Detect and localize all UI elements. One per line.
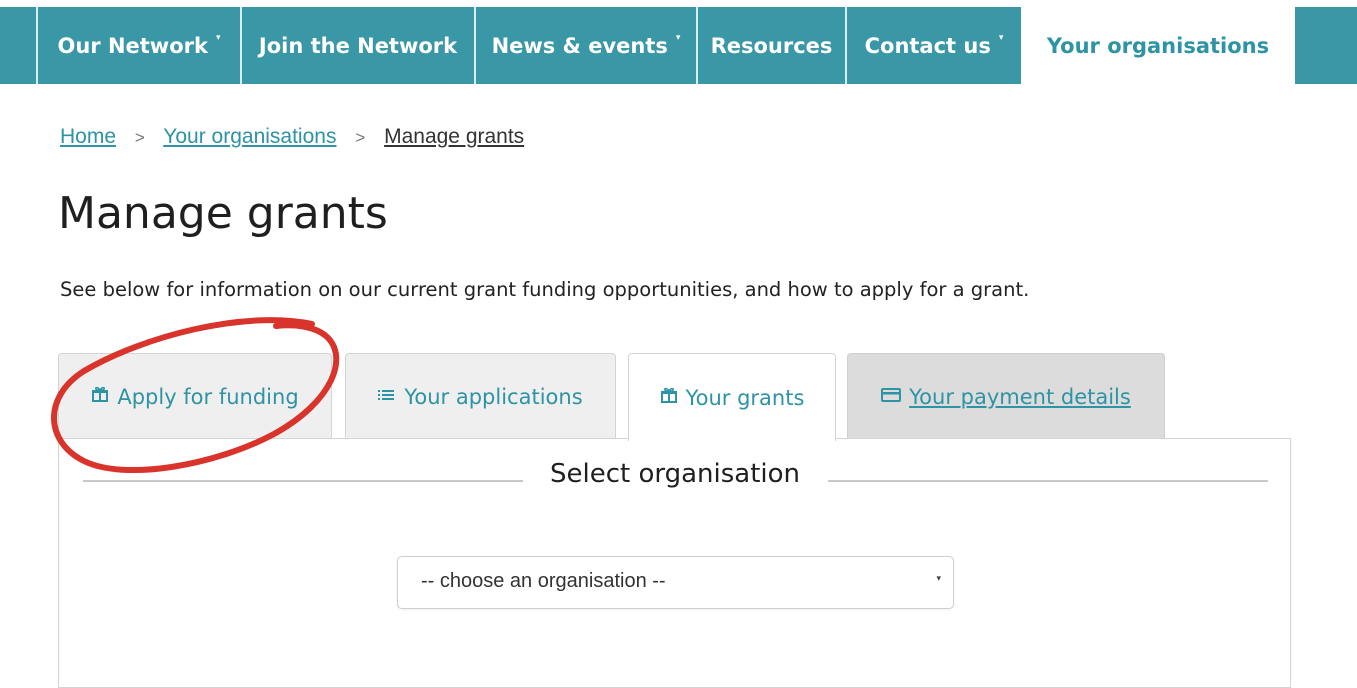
breadcrumb-current: Manage grants	[384, 125, 525, 148]
breadcrumb: Home > Your organisations > Manage grant…	[60, 125, 524, 149]
breadcrumb-home-link[interactable]: Home	[60, 125, 116, 148]
page-title: Manage grants	[58, 188, 388, 239]
nav-item-your-organisations[interactable]: Your organisations	[1021, 7, 1295, 84]
intro-text: See below for information on our current…	[60, 278, 1030, 301]
nav-label: Resources	[710, 33, 833, 58]
fieldset-rule	[828, 480, 1268, 482]
chevron-down-icon: ▾	[675, 32, 681, 43]
nav-label: Join the Network	[258, 33, 458, 58]
tab-label: Your applications	[404, 384, 583, 409]
nav-item-contact-us[interactable]: Contact us ▾	[847, 7, 1021, 84]
nav-label: Contact us	[864, 33, 991, 58]
nav-item-news-events[interactable]: News & events ▾	[476, 7, 696, 84]
organisation-select[interactable]: -- choose an organisation -- ▾	[397, 556, 954, 609]
nav-label: Our Network	[57, 33, 208, 58]
nav-item-resources[interactable]: Resources	[698, 7, 845, 84]
tab-your-grants[interactable]: Your grants	[628, 353, 836, 441]
main-navbar: Our Network ▾ Join the Network News & ev…	[0, 7, 1357, 84]
tab-label: Your payment details	[909, 384, 1131, 409]
fieldset-rule	[83, 480, 523, 482]
chevron-down-icon: ▾	[215, 32, 221, 43]
breadcrumb-your-organisations-link[interactable]: Your organisations	[163, 125, 336, 148]
tab-apply-for-funding[interactable]: Apply for funding	[58, 353, 332, 439]
tab-your-payment-details[interactable]: Your payment details	[847, 353, 1165, 439]
breadcrumb-separator: >	[134, 128, 145, 147]
tab-your-applications[interactable]: Your applications	[345, 353, 616, 439]
select-organisation-legend: Select organisation	[523, 459, 827, 489]
gift-icon	[91, 386, 109, 407]
breadcrumb-separator: >	[355, 128, 366, 147]
nav-item-our-network[interactable]: Our Network ▾	[38, 7, 240, 84]
list-icon	[378, 387, 396, 407]
chevron-down-icon: ▾	[936, 574, 941, 584]
nav-label: News & events	[491, 33, 668, 58]
nav-item-join-the-network[interactable]: Join the Network	[242, 7, 474, 84]
chevron-down-icon: ▾	[998, 32, 1004, 43]
credit-card-icon	[881, 387, 902, 407]
tab-label: Apply for funding	[117, 384, 299, 409]
select-value: -- choose an organisation --	[421, 570, 666, 592]
tab-label: Your grants	[685, 385, 805, 410]
nav-label: Your organisations	[1046, 33, 1270, 58]
gift-icon	[660, 387, 678, 408]
